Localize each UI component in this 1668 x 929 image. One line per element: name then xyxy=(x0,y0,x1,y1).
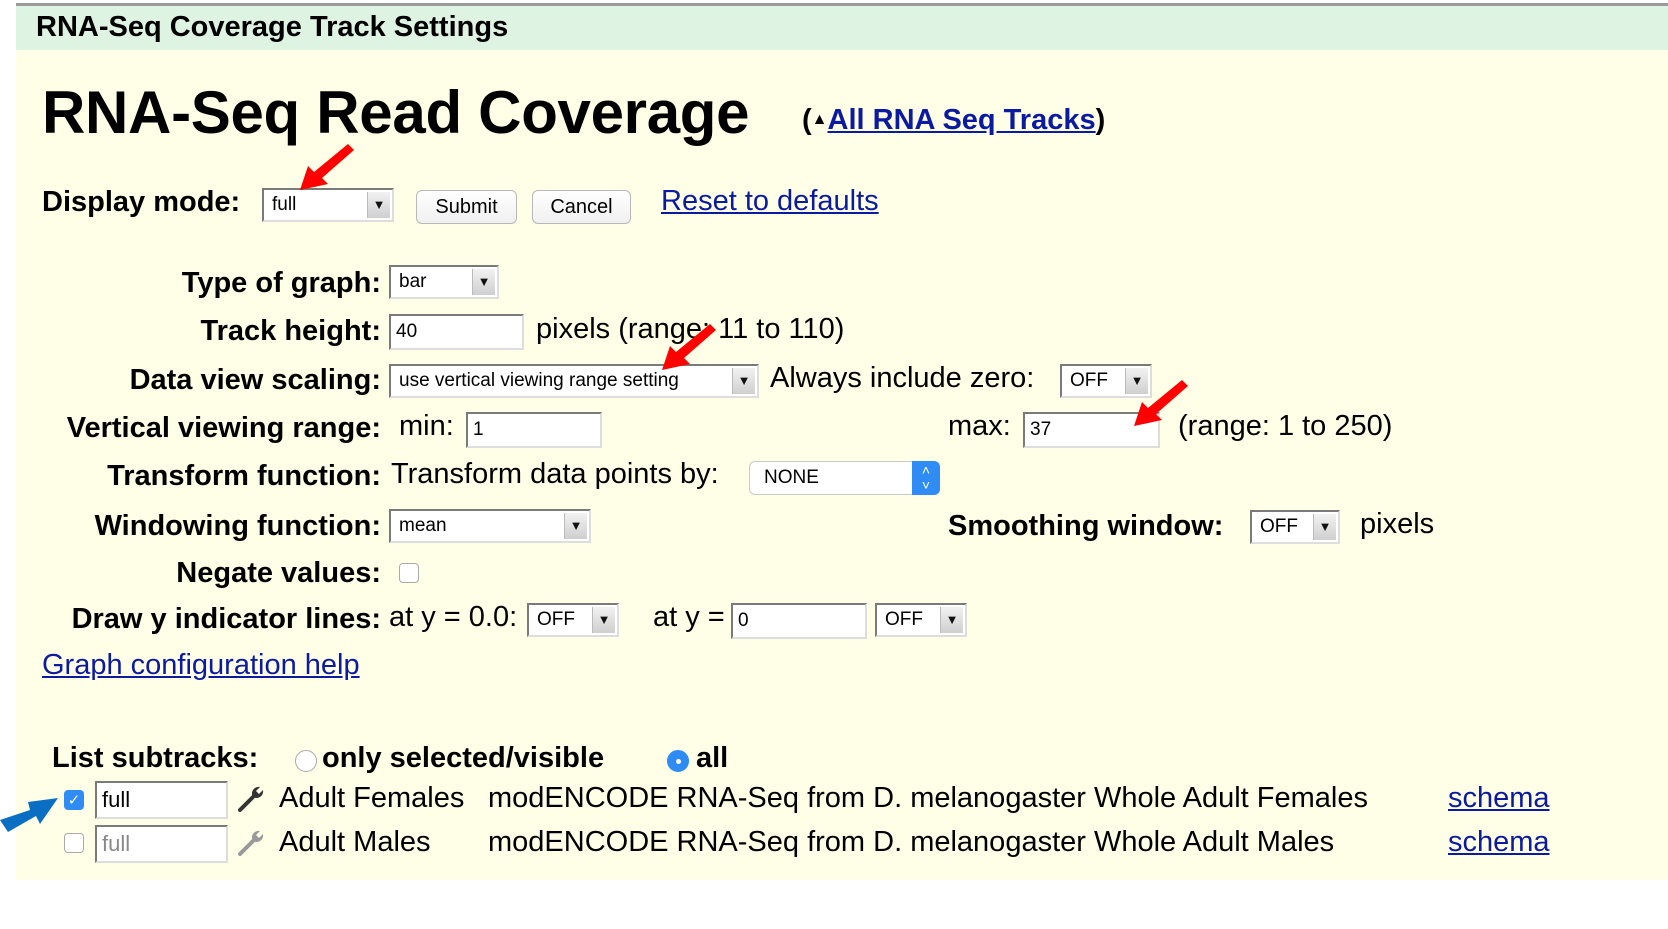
min-label: min: xyxy=(399,410,454,442)
dropdown-arrow-icon: ▼ xyxy=(940,607,963,633)
always-include-zero-label: Always include zero: xyxy=(770,362,1035,394)
track-height-input[interactable]: 40 xyxy=(389,314,524,350)
data-view-scaling-select[interactable]: use vertical viewing range setting ▼ xyxy=(389,364,759,398)
vertical-range-min-input[interactable]: 1 xyxy=(466,412,602,448)
radio-all[interactable] xyxy=(667,750,689,772)
reset-to-defaults-link[interactable]: Reset to defaults xyxy=(661,185,879,218)
list-subtracks-label: List subtracks: xyxy=(52,742,259,774)
track-height-range-note: pixels (range: 11 to 110) xyxy=(536,313,845,345)
indicator-zero-select[interactable]: OFF ▼ xyxy=(527,603,619,637)
vertical-range-max-input[interactable]: 37 xyxy=(1023,412,1160,448)
vertical-range-note: (range: 1 to 250) xyxy=(1178,410,1393,442)
header-title: RNA-Seq Coverage Track Settings xyxy=(36,11,509,43)
smoothing-window-value: OFF xyxy=(1260,516,1298,537)
paren-close: ) xyxy=(1095,104,1106,136)
up-triangle-icon: ▲ xyxy=(811,111,828,128)
wrench-icon[interactable] xyxy=(236,782,268,814)
vertical-range-label: Vertical viewing range: xyxy=(66,412,381,444)
indicator-y-value: OFF xyxy=(885,609,923,630)
type-of-graph-select[interactable]: bar ▼ xyxy=(389,265,499,299)
display-mode-value: full xyxy=(272,194,297,215)
type-of-graph-label: Type of graph: xyxy=(181,267,381,299)
type-of-graph-value: bar xyxy=(399,271,427,292)
smoothing-window-select[interactable]: OFF ▼ xyxy=(1250,510,1340,544)
max-label: max: xyxy=(948,410,1011,442)
windowing-function-select[interactable]: mean ▼ xyxy=(389,509,591,543)
subtrack-checkbox-females[interactable]: ✓ xyxy=(64,790,84,810)
radio-only-selected-label: only selected/visible xyxy=(322,742,605,774)
dropdown-arrow-icon: ▼ xyxy=(1313,514,1336,540)
dropdown-arrow-icon: ▼ xyxy=(592,607,615,633)
subtrack-description: modENCODE RNA-Seq from D. melanogaster W… xyxy=(488,826,1335,858)
submit-button[interactable]: Submit xyxy=(416,190,517,224)
windowing-function-label: Windowing function: xyxy=(94,510,381,542)
dropdown-arrow-icon: ▼ xyxy=(472,269,495,295)
smoothing-window-label: Smoothing window: xyxy=(948,510,1224,542)
at-y-label: at y = xyxy=(653,601,725,633)
all-rna-seq-tracks-link[interactable]: All RNA Seq Tracks xyxy=(828,104,1096,136)
subtrack-mode-input-males[interactable]: full xyxy=(95,825,228,863)
transform-function-label: Transform function: xyxy=(107,460,381,492)
transform-value: NONE xyxy=(764,467,819,488)
page-title: RNA-Seq Read Coverage xyxy=(42,79,750,146)
indicator-lines-label: Draw y indicator lines: xyxy=(71,603,381,635)
negate-values-checkbox[interactable] xyxy=(399,563,419,583)
radio-all-label: all xyxy=(696,742,729,774)
smoothing-window-suffix: pixels xyxy=(1360,508,1435,540)
indicator-zero-value: OFF xyxy=(537,609,575,630)
subtrack-mode-input-females[interactable]: full xyxy=(95,781,228,819)
subtrack-description: modENCODE RNA-Seq from D. melanogaster W… xyxy=(488,782,1368,814)
dropdown-arrow-icon: ▼ xyxy=(732,368,755,394)
graph-configuration-help-link[interactable]: Graph configuration help xyxy=(42,649,360,682)
indicator-y-input[interactable]: 0 xyxy=(731,603,867,639)
dropdown-arrow-icon: ▼ xyxy=(1125,368,1148,394)
transform-select[interactable]: NONE ˄ ˅ xyxy=(749,461,940,495)
schema-link[interactable]: schema xyxy=(1448,782,1550,815)
display-mode-label: Display mode: xyxy=(42,186,241,218)
dropdown-arrow-icon: ▼ xyxy=(564,513,587,539)
cancel-button[interactable]: Cancel xyxy=(532,190,631,224)
paren-open: ( xyxy=(802,104,812,136)
stepper-arrows-icon: ˄ ˅ xyxy=(912,461,940,495)
schema-link[interactable]: schema xyxy=(1448,826,1550,859)
data-view-scaling-label: Data view scaling: xyxy=(129,364,381,396)
track-height-label: Track height: xyxy=(200,315,382,347)
display-mode-select[interactable]: full ▼ xyxy=(262,188,394,222)
negate-values-label: Negate values: xyxy=(176,557,381,589)
dropdown-arrow-icon: ▼ xyxy=(367,192,390,218)
always-include-zero-value: OFF xyxy=(1070,370,1108,391)
windowing-function-value: mean xyxy=(399,515,447,536)
at-y-zero-label: at y = 0.0: xyxy=(389,601,518,633)
radio-only-selected[interactable] xyxy=(295,750,317,772)
wrench-icon[interactable] xyxy=(236,826,268,858)
data-view-scaling-value: use vertical viewing range setting xyxy=(399,370,679,391)
subtrack-name: Adult Females xyxy=(279,782,465,814)
subtrack-checkbox-males[interactable] xyxy=(64,833,84,853)
transform-prompt: Transform data points by: xyxy=(391,458,719,490)
parent-track-link-group: (▲All RNA Seq Tracks) xyxy=(802,104,1105,137)
subtrack-name: Adult Males xyxy=(279,826,431,858)
always-include-zero-select[interactable]: OFF ▼ xyxy=(1060,364,1152,398)
indicator-y-select[interactable]: OFF ▼ xyxy=(875,603,967,637)
